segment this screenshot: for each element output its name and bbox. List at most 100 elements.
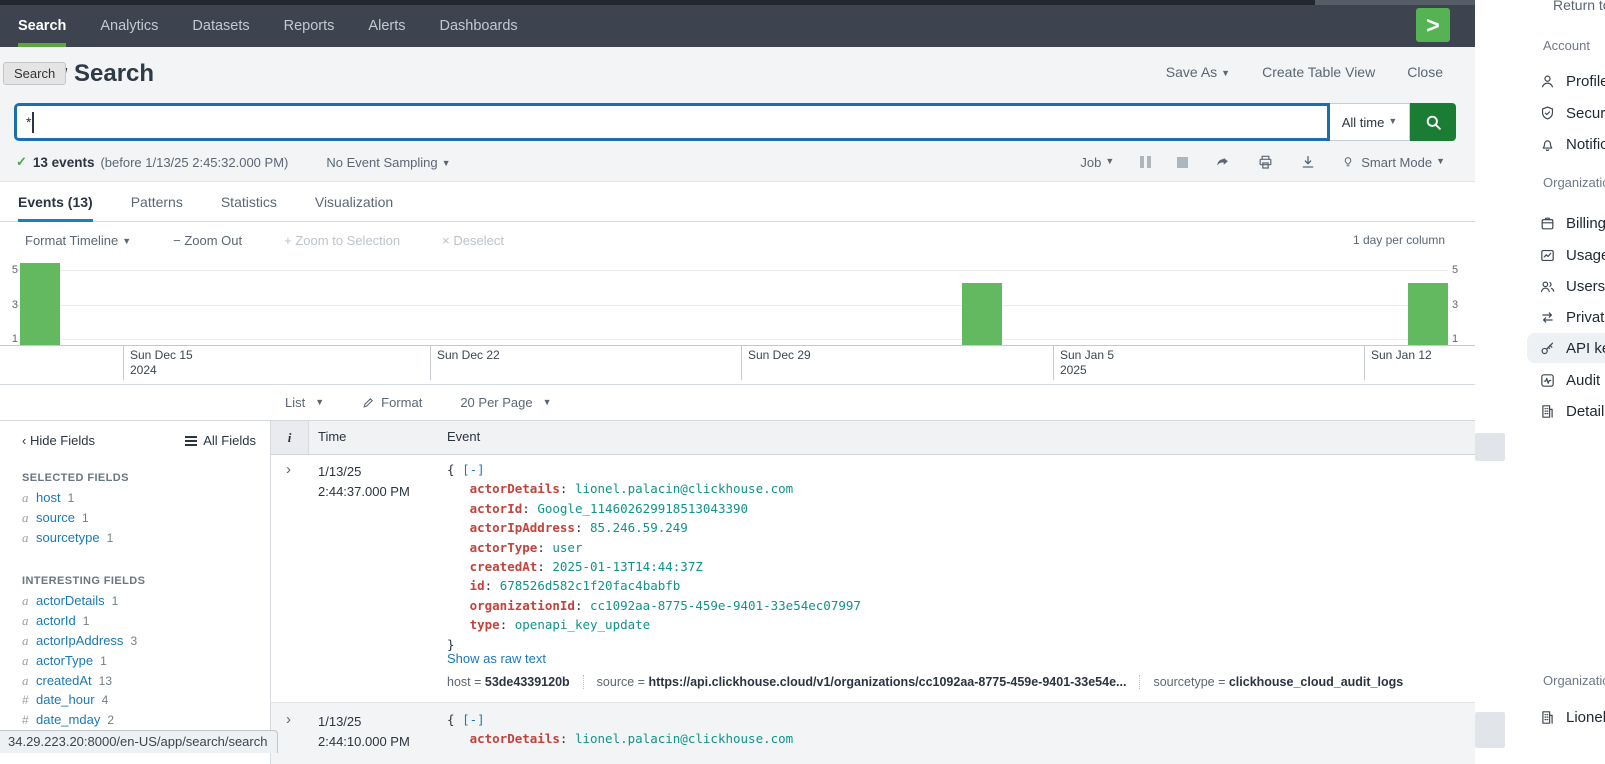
pause-button[interactable] bbox=[1140, 156, 1151, 168]
list-controls-row: List▼ Format 20 Per Page▼ bbox=[0, 385, 1475, 420]
meta-sourcetype[interactable]: sourcetype = clickhouse_cloud_audit_logs bbox=[1139, 675, 1416, 689]
pencil-icon bbox=[362, 396, 375, 409]
json-collapse-link[interactable]: [-] bbox=[462, 712, 485, 727]
field-name[interactable]: actorDetails bbox=[36, 593, 105, 608]
chevron-down-icon: ▼ bbox=[315, 397, 324, 407]
format-timeline-dropdown[interactable]: Format Timeline▼ bbox=[25, 233, 131, 248]
scrollbar-thumb[interactable] bbox=[1475, 712, 1505, 748]
search-bar-row: * All time▼ bbox=[0, 100, 1475, 143]
export-button[interactable] bbox=[1300, 154, 1316, 170]
field-name[interactable]: date_mday bbox=[36, 712, 100, 727]
smart-mode-dropdown[interactable]: Smart Mode▼ bbox=[1342, 154, 1445, 170]
settings-sidebar: Return to Account ProfileSecurityNotifica… bbox=[1475, 0, 1605, 764]
settings-item-billing[interactable]: Billing bbox=[1527, 208, 1605, 238]
column-event: Event bbox=[447, 429, 480, 444]
field-name[interactable]: actorIpAddress bbox=[36, 633, 123, 648]
nav-tab-dashboards[interactable]: Dashboards bbox=[440, 5, 518, 47]
settings-item-lionel[interactable]: Lionel bbox=[1527, 702, 1605, 732]
scrollbar-thumb[interactable] bbox=[1475, 433, 1505, 461]
field-name[interactable]: actorId bbox=[36, 613, 76, 628]
nav-tab-datasets[interactable]: Datasets bbox=[192, 5, 249, 47]
settings-item-security[interactable]: Security bbox=[1527, 98, 1605, 128]
settings-item-private-endpoints[interactable]: Private endpoints bbox=[1527, 302, 1605, 332]
gridline bbox=[18, 270, 1448, 271]
field-name[interactable]: createdAt bbox=[36, 673, 92, 688]
deselect-button[interactable]: × Deselect bbox=[442, 233, 504, 248]
field-count: 4 bbox=[102, 693, 109, 707]
hide-fields-button[interactable]: ‹ Hide Fields bbox=[22, 433, 95, 448]
timeline-bar-2[interactable] bbox=[962, 283, 1002, 345]
zoom-to-selection-button[interactable]: + Zoom to Selection bbox=[284, 233, 400, 248]
timeline-bar-1[interactable] bbox=[20, 263, 60, 345]
minus-icon: − bbox=[173, 233, 181, 248]
share-button[interactable] bbox=[1214, 155, 1231, 170]
nav-tab-search[interactable]: Search bbox=[18, 5, 66, 47]
field-item-actoripaddress: aactorIpAddress3 bbox=[0, 633, 270, 653]
settings-item-details[interactable]: Details bbox=[1527, 396, 1605, 426]
chevron-down-icon: ▼ bbox=[1436, 156, 1445, 166]
settings-item-users[interactable]: Users bbox=[1527, 271, 1605, 301]
raw-text-link[interactable]: Show as raw text bbox=[447, 651, 546, 666]
json-line-id: id: 678526d582c1f20fac4babfb bbox=[447, 576, 861, 595]
stop-button[interactable] bbox=[1177, 157, 1188, 168]
search-input[interactable]: * bbox=[14, 103, 1330, 141]
nav-tab-alerts[interactable]: Alerts bbox=[368, 5, 405, 47]
search-button[interactable] bbox=[1410, 103, 1456, 141]
usage-icon bbox=[1539, 247, 1556, 264]
settings-item-usage[interactable]: Usage bbox=[1527, 240, 1605, 270]
meta-source[interactable]: source = https://api.clickhouse.cloud/v1… bbox=[583, 675, 1140, 689]
json-collapse-link[interactable]: [-] bbox=[462, 462, 485, 477]
save-as-button[interactable]: Save As▼ bbox=[1166, 64, 1230, 80]
expand-chevron-icon[interactable]: › bbox=[286, 461, 291, 478]
nav-tab-reports[interactable]: Reports bbox=[284, 5, 335, 47]
job-dropdown[interactable]: Job▼ bbox=[1080, 155, 1114, 170]
tab-visualization[interactable]: Visualization bbox=[315, 194, 393, 221]
meta-host[interactable]: host = 53de4339120b bbox=[447, 675, 583, 689]
nav-tab-analytics[interactable]: Analytics bbox=[100, 5, 158, 47]
create-table-view-button[interactable]: Create Table View bbox=[1262, 64, 1375, 80]
result-tabs: Events (13) Patterns Statistics Visualizati… bbox=[0, 182, 1475, 222]
timeline-chart[interactable]: 553311 bbox=[0, 258, 1475, 345]
zoom-out-button[interactable]: − Zoom Out bbox=[173, 233, 242, 248]
close-button[interactable]: Close bbox=[1407, 64, 1443, 80]
list-type-dropdown[interactable]: List▼ bbox=[285, 395, 324, 410]
timeline-bar-3[interactable] bbox=[1408, 283, 1448, 345]
field-name[interactable]: host bbox=[36, 490, 61, 505]
settings-item-notifications[interactable]: Notifications bbox=[1527, 129, 1605, 159]
field-type-prefix: a bbox=[22, 653, 36, 669]
arrows-icon bbox=[1539, 309, 1556, 326]
field-count: 1 bbox=[83, 614, 90, 628]
tab-statistics[interactable]: Statistics bbox=[221, 194, 277, 221]
event-sampling-dropdown[interactable]: No Event Sampling▼ bbox=[326, 155, 450, 170]
field-count: 1 bbox=[82, 511, 89, 525]
timeline-panel: Format Timeline▼ − Zoom Out + Zoom to Se… bbox=[0, 222, 1475, 385]
result-count: 13 events bbox=[33, 155, 95, 170]
field-count: 3 bbox=[130, 634, 137, 648]
expand-chevron-icon[interactable]: › bbox=[286, 711, 291, 728]
field-name[interactable]: date_hour bbox=[36, 692, 95, 707]
time-range-picker[interactable]: All time▼ bbox=[1330, 103, 1410, 141]
per-page-dropdown[interactable]: 20 Per Page▼ bbox=[460, 395, 551, 410]
person-icon bbox=[1539, 73, 1556, 90]
settings-section-account: Account bbox=[1543, 38, 1590, 53]
chevron-down-icon: ▼ bbox=[122, 236, 131, 246]
field-count: 1 bbox=[107, 531, 114, 545]
settings-item-api-keys[interactable]: API keys bbox=[1527, 333, 1605, 363]
field-name[interactable]: source bbox=[36, 510, 75, 525]
field-count: 1 bbox=[100, 654, 107, 668]
return-link[interactable]: Return to bbox=[1553, 0, 1605, 13]
settings-item-audit[interactable]: Audit bbox=[1527, 365, 1605, 395]
tab-patterns[interactable]: Patterns bbox=[131, 194, 183, 221]
tab-events-13[interactable]: Events (13) bbox=[18, 194, 93, 221]
list-icon bbox=[185, 436, 197, 446]
format-button[interactable]: Format bbox=[362, 395, 422, 410]
field-name[interactable]: actorType bbox=[36, 653, 93, 668]
field-name[interactable]: sourcetype bbox=[36, 530, 100, 545]
event-row-1: › 1/13/25 2:44:37.000 PM { [-] actorDeta… bbox=[271, 455, 1475, 703]
settings-item-label: Audit bbox=[1566, 372, 1600, 389]
settings-item-profile[interactable]: Profile bbox=[1527, 66, 1605, 96]
print-button[interactable] bbox=[1257, 154, 1274, 170]
chevron-down-icon: ▼ bbox=[1388, 116, 1397, 126]
splunk-logo[interactable]: > bbox=[1416, 8, 1450, 42]
all-fields-button[interactable]: All Fields bbox=[185, 433, 256, 448]
